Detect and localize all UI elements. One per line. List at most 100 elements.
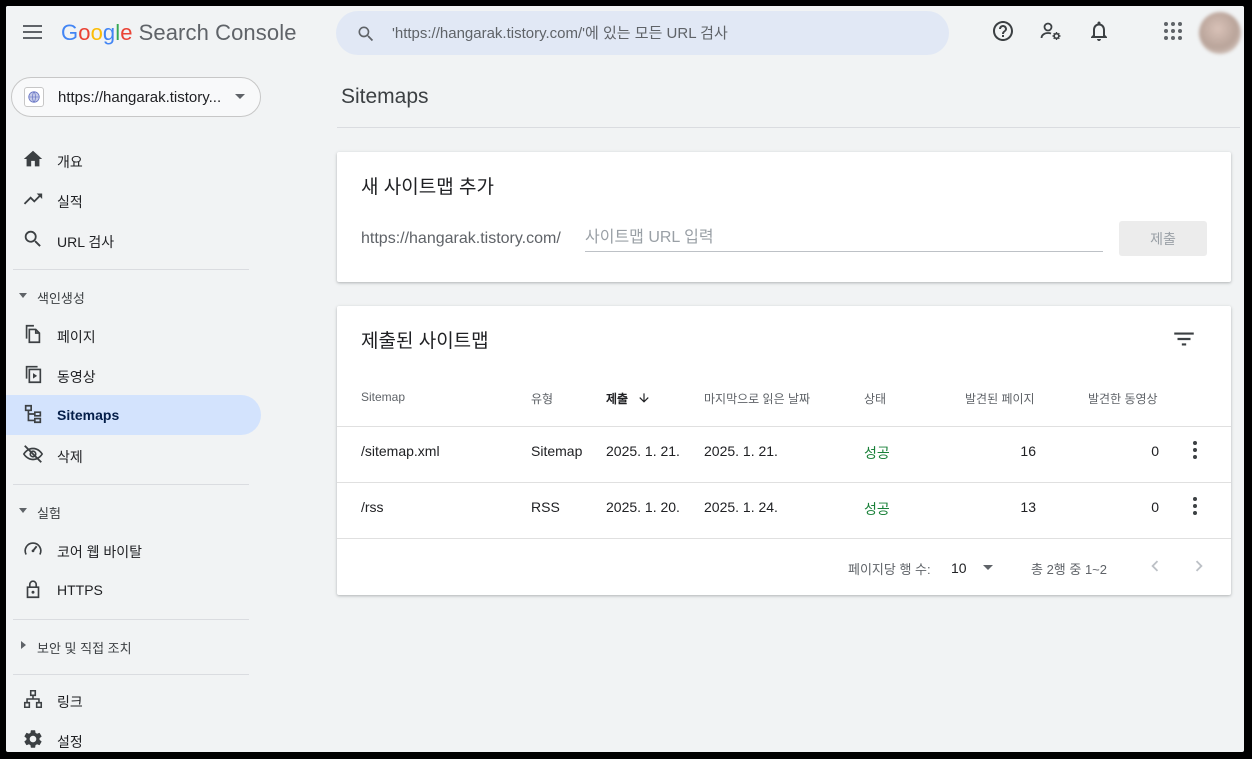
nav-label: HTTPS xyxy=(57,582,103,598)
nav-label: 동영상 xyxy=(57,369,96,385)
divider xyxy=(13,269,249,270)
nav-label: 코어 웹 바이탈 xyxy=(57,544,143,560)
rows-per-page-value: 10 xyxy=(951,560,967,576)
nav-label: 실적 xyxy=(57,194,83,210)
rows-per-page-label: 페이지당 행 수: xyxy=(848,562,931,577)
submitted-sitemaps-title: 제출된 사이트맵 xyxy=(361,331,489,352)
divider xyxy=(13,484,249,485)
sort-descending-icon xyxy=(639,393,650,403)
section-label: 실험 xyxy=(37,506,61,521)
rows-per-page-select[interactable]: 10 xyxy=(949,554,999,580)
video-icon xyxy=(25,365,42,384)
nav-label: 페이지 xyxy=(57,329,96,345)
trending-up-icon xyxy=(23,193,43,205)
globe-icon xyxy=(24,87,44,107)
links-icon xyxy=(23,689,43,709)
nav-item-removals[interactable]: 삭제 xyxy=(6,435,261,475)
sidebar: https://hangarak.tistory... 개요 실적 URL 검사… xyxy=(6,64,268,752)
pages-icon xyxy=(25,324,41,344)
pagination-range: 총 2행 중 1~2 xyxy=(1031,562,1107,577)
notifications-icon[interactable] xyxy=(1087,19,1111,43)
cell-last-read: 2025. 1. 21. xyxy=(704,443,778,459)
column-header-discovered-videos[interactable]: 발견한 동영상 xyxy=(1088,390,1158,407)
nav-item-url-inspection[interactable]: URL 검사 xyxy=(6,220,261,260)
nav-item-settings[interactable]: 설정 xyxy=(6,720,261,752)
search-input[interactable] xyxy=(392,11,932,55)
cell-status: 성공 xyxy=(864,445,890,461)
lock-icon xyxy=(26,580,40,599)
column-header-submitted[interactable]: 제출 xyxy=(606,390,651,407)
column-header-type[interactable]: 유형 xyxy=(531,390,553,407)
add-sitemap-card: 새 사이트맵 추가 https://hangarak.tistory.com/ … xyxy=(337,152,1231,282)
cell-type: Sitemap xyxy=(531,443,583,459)
cell-type: RSS xyxy=(531,499,560,515)
account-avatar[interactable] xyxy=(1199,12,1241,54)
home-icon xyxy=(23,150,43,167)
cell-submitted: 2025. 1. 21. xyxy=(606,443,680,459)
cell-last-read: 2025. 1. 24. xyxy=(704,499,778,515)
column-header-discovered-pages[interactable]: 발견된 페이지 xyxy=(965,390,1035,407)
divider xyxy=(13,674,249,675)
nav-item-videos[interactable]: 동영상 xyxy=(6,355,261,395)
collapse-arrow-icon xyxy=(19,508,27,513)
cell-sitemap: /rss xyxy=(361,499,384,515)
cell-discovered-videos: 0 xyxy=(1151,443,1159,459)
nav-item-performance[interactable]: 실적 xyxy=(6,180,261,220)
chevron-down-icon xyxy=(983,565,993,570)
nav-label: 개요 xyxy=(57,154,83,170)
cell-discovered-pages: 16 xyxy=(1020,443,1036,459)
manage-users-icon[interactable] xyxy=(1039,19,1063,43)
section-label: 보안 및 직접 조치 xyxy=(37,641,132,656)
app-window: GoogleSearch Console https://hangarak.ti… xyxy=(6,6,1244,752)
submit-button[interactable]: 제출 xyxy=(1119,221,1207,256)
divider xyxy=(337,538,1231,539)
column-header-label: 제출 xyxy=(606,392,629,406)
nav-label: 링크 xyxy=(57,694,83,710)
property-selector[interactable]: https://hangarak.tistory... xyxy=(11,77,261,117)
nav-label: URL 검사 xyxy=(57,234,115,250)
section-security[interactable]: 보안 및 직접 조치 xyxy=(6,630,261,662)
nav-item-pages[interactable]: 페이지 xyxy=(6,315,261,355)
cell-sitemap: /sitemap.xml xyxy=(361,443,440,459)
nav-item-sitemaps[interactable]: Sitemaps xyxy=(6,395,261,435)
section-indexing[interactable]: 색인생성 xyxy=(6,280,261,312)
add-sitemap-title: 새 사이트맵 추가 xyxy=(361,177,494,198)
search-icon[interactable] xyxy=(356,24,376,44)
sitemap-url-input[interactable] xyxy=(585,224,1103,252)
hamburger-menu-icon[interactable] xyxy=(20,19,46,45)
divider xyxy=(337,127,1240,128)
sitemap-icon xyxy=(24,404,42,424)
property-label: https://hangarak.tistory... xyxy=(58,89,222,106)
nav-item-https[interactable]: HTTPS xyxy=(6,570,261,610)
nav-item-overview[interactable]: 개요 xyxy=(6,140,261,180)
cell-discovered-videos: 0 xyxy=(1151,499,1159,515)
nav-item-links[interactable]: 링크 xyxy=(6,680,261,720)
cell-status: 성공 xyxy=(864,501,890,517)
collapse-arrow-icon xyxy=(19,293,27,298)
section-label: 색인생성 xyxy=(37,291,85,306)
dropdown-caret-icon xyxy=(235,94,245,99)
column-header-status[interactable]: 상태 xyxy=(864,390,886,407)
next-page-icon[interactable] xyxy=(1188,555,1210,577)
help-icon[interactable] xyxy=(991,19,1015,43)
nav-label: 설정 xyxy=(57,734,83,750)
search-icon xyxy=(24,230,41,247)
nav-item-core-web-vitals[interactable]: 코어 웹 바이탈 xyxy=(6,530,261,570)
speed-icon xyxy=(24,542,42,555)
apps-grid-icon[interactable] xyxy=(1161,19,1185,43)
filter-icon[interactable] xyxy=(1171,326,1197,352)
section-experience[interactable]: 실험 xyxy=(6,495,261,527)
previous-page-icon[interactable] xyxy=(1144,555,1166,577)
submitted-sitemaps-card: 제출된 사이트맵 Sitemap 유형 제출 마지막으로 읽은 날짜 상태 발견… xyxy=(337,306,1231,595)
column-header-last-read[interactable]: 마지막으로 읽은 날짜 xyxy=(704,390,810,407)
search-console-logo[interactable]: Google Search Console xyxy=(61,20,297,46)
column-header-sitemap[interactable]: Sitemap xyxy=(361,390,405,404)
more-options-icon[interactable] xyxy=(1183,438,1207,462)
top-bar: Google Search Console xyxy=(6,6,1244,64)
url-inspection-search-bar xyxy=(336,11,949,55)
page-title: Sitemaps xyxy=(341,85,429,108)
divider xyxy=(337,482,1231,483)
cell-submitted: 2025. 1. 20. xyxy=(606,499,680,515)
nav-label: 삭제 xyxy=(57,449,83,465)
more-options-icon[interactable] xyxy=(1183,494,1207,518)
